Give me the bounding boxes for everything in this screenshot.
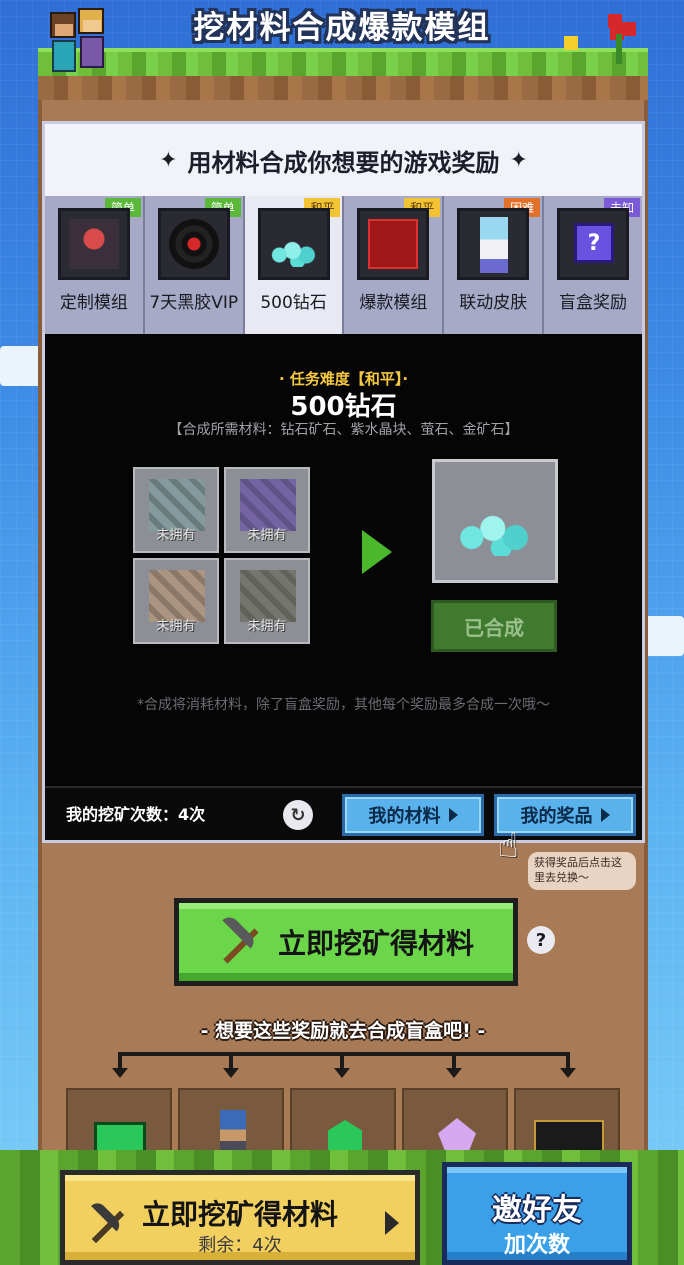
- arrow-down-icon: [334, 1068, 350, 1078]
- tab-label: 500钻石: [260, 293, 327, 313]
- remaining-count: 剩余：4次: [198, 1235, 282, 1256]
- blindbox-heading: - 想要这些奖励就去合成盲盒吧! -: [200, 1020, 486, 1042]
- arrow-right-icon: [362, 530, 392, 574]
- tab-label: 定制模组: [59, 293, 128, 313]
- pointer-hand-icon: ☝: [498, 826, 519, 866]
- arrow-down-icon: [112, 1068, 128, 1078]
- tab-label: 爆款模组: [359, 293, 428, 313]
- sparkle-icon: ✦: [509, 147, 528, 173]
- materials-needed: 【合成所需材料：钻石矿石、紫水晶块、萤石、金矿石】: [168, 422, 519, 438]
- synthesize-button[interactable]: 已合成: [431, 600, 557, 652]
- refresh-icon[interactable]: ↻: [283, 800, 313, 830]
- tab-hot-mod[interactable]: 和平 爆款模组: [344, 196, 445, 334]
- tab-label: 联动皮肤: [459, 293, 528, 313]
- tab-mystery-box[interactable]: 未知 ? 盲盒奖励: [544, 196, 642, 334]
- mine-materials-button[interactable]: 立即挖矿得材料: [174, 898, 518, 986]
- subtitle-text: 用材料合成你想要的游戏奖励: [187, 148, 500, 177]
- arrow-down-icon: [223, 1068, 239, 1078]
- material-status: 未拥有: [247, 619, 287, 634]
- top-banner: 挖材料合成爆款模组: [0, 0, 684, 116]
- reward-tabs: 简单 定制模组 简单 7天黑胶VIP 和平 500钻石 和平 爆款模组 困难 联…: [45, 196, 642, 334]
- material-status: 未拥有: [247, 528, 287, 543]
- tab-collab-skin[interactable]: 困难 联动皮肤: [444, 196, 545, 334]
- tab-label: 7天黑胶VIP: [149, 293, 239, 313]
- hot-mod-icon: [357, 208, 430, 280]
- my-materials-button[interactable]: 我的材料: [342, 794, 484, 836]
- synthesis-note: *合成将消耗材料，除了盲盒奖励，其他每个奖励最多合成一次哦～: [137, 697, 550, 713]
- tab-custom-mod[interactable]: 简单 定制模组: [45, 196, 145, 334]
- collab-skin-icon: [457, 208, 530, 280]
- invite-line1: 邀好友: [492, 1193, 582, 1228]
- tab-label: 盲盒奖励: [559, 293, 628, 313]
- material-slot-amethyst[interactable]: 未拥有: [224, 467, 310, 553]
- play-arrow-icon: [385, 1211, 399, 1235]
- custom-mod-icon: [57, 208, 130, 280]
- footer-mine-button[interactable]: 立即挖矿得材料 剩余：4次: [60, 1170, 420, 1265]
- footer-mine-label: 立即挖矿得材料: [141, 1198, 338, 1231]
- invite-line2: 加次数: [503, 1233, 570, 1258]
- my-prizes-label: 我的奖品: [520, 806, 593, 827]
- sparkle-icon: ✦: [159, 147, 178, 173]
- prizes-tooltip: 获得奖品后点击这里去兑换～: [528, 852, 636, 890]
- my-materials-label: 我的材料: [368, 806, 441, 827]
- arrow-down-icon: [446, 1068, 462, 1078]
- vinyl-vip-icon: [157, 208, 230, 280]
- reward-name: 500钻石: [290, 392, 397, 422]
- result-slot: [432, 459, 558, 583]
- page-title: 挖材料合成爆款模组: [193, 10, 491, 46]
- subtitle-bar: ✦ 用材料合成你想要的游戏奖励 ✦: [45, 124, 642, 196]
- material-slot-diamond-ore[interactable]: 未拥有: [133, 467, 219, 553]
- chevron-right-icon: [600, 808, 610, 822]
- help-icon[interactable]: ?: [527, 926, 555, 954]
- pickaxe-icon: [218, 913, 262, 964]
- mine-materials-label: 立即挖矿得材料: [277, 927, 474, 960]
- branch-line: [118, 1052, 570, 1056]
- diamond-icon: [257, 208, 330, 280]
- tab-diamonds[interactable]: 和平 500钻石: [244, 196, 345, 334]
- arrow-down-icon: [560, 1068, 576, 1078]
- chevron-right-icon: [448, 808, 458, 822]
- diamond-pile-icon: [455, 510, 539, 556]
- material-slot-gold-ore[interactable]: 未拥有: [224, 558, 310, 644]
- mine-count: 我的挖矿次数：4次: [66, 805, 206, 824]
- mystery-box-icon: ?: [557, 208, 630, 280]
- invite-friends-button[interactable]: 邀好友 加次数: [442, 1162, 632, 1265]
- material-status: 未拥有: [156, 528, 196, 543]
- material-status: 未拥有: [156, 619, 196, 634]
- material-slot-glowstone[interactable]: 未拥有: [133, 558, 219, 644]
- tab-vinyl-vip[interactable]: 简单 7天黑胶VIP: [144, 196, 245, 334]
